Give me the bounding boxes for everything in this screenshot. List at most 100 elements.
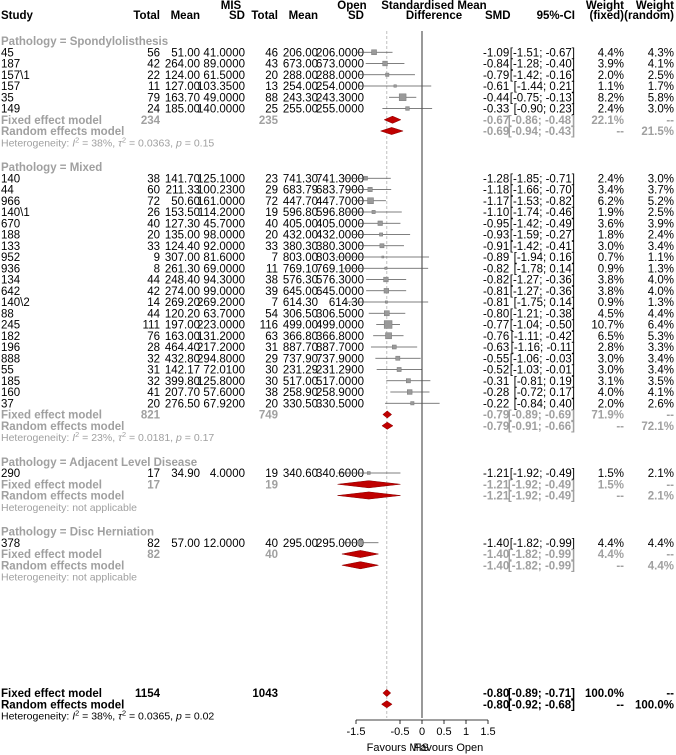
smd-value: -1.10 — [483, 207, 509, 219]
subgroup-title: Pathology = Spondylolisthesis — [1, 36, 168, 48]
weight-random: 2.4% — [648, 230, 674, 242]
weight-random: 3.0% — [648, 173, 674, 185]
open-total: 30 — [265, 365, 278, 377]
study-label: 157 — [1, 81, 20, 93]
weight-fixed-summary: 4.4% — [598, 549, 624, 561]
weight-fixed: 4.4% — [598, 538, 624, 550]
mis-mean: 127.00 — [165, 81, 200, 93]
weight-random: 3.9% — [648, 218, 674, 230]
open-sd: 741.3000 — [316, 173, 364, 185]
random-diamond — [381, 421, 394, 430]
mis-sd: 49.0000 — [203, 92, 245, 104]
study-square — [393, 84, 397, 88]
ci-value: [-1.75; 0.14] — [514, 297, 575, 309]
open-sd: 243.3000 — [316, 92, 364, 104]
random-diamond — [341, 561, 379, 570]
study-square — [379, 232, 383, 237]
study-square — [357, 539, 364, 546]
mis-total: 60 — [147, 185, 160, 197]
weight-random-summary: 4.4% — [648, 560, 674, 572]
open-mean: 405.00 — [283, 218, 318, 230]
weight-fixed-summary: 100.0% — [585, 688, 624, 700]
study-label: 55 — [1, 365, 14, 377]
ci-value: [-1.06; -0.03] — [510, 353, 575, 365]
study-label: 140\2 — [1, 297, 30, 309]
mis-sd: 41.0000 — [203, 47, 245, 59]
open-total: 11 — [266, 263, 278, 275]
fixed-diamond — [341, 550, 379, 558]
study-label: 670 — [1, 218, 20, 230]
smd-value: -0.61 — [483, 81, 509, 93]
weight-random: 4.1% — [648, 59, 674, 71]
mis-mean: 50.60 — [171, 196, 200, 208]
weight-random: 6.4% — [648, 320, 674, 332]
weight-fixed-summary: -- — [616, 421, 624, 433]
weight-fixed-summary: -- — [616, 126, 624, 138]
open-mean: 614.30 — [283, 297, 318, 309]
weight-random: 4.1% — [648, 387, 674, 399]
mis-sd: 45.7000 — [203, 218, 245, 230]
open-sd: 596.8000 — [316, 207, 364, 219]
open-total: 38 — [265, 387, 278, 399]
open-total: 29 — [265, 353, 278, 365]
mis-mean: 276.50 — [165, 398, 200, 410]
study-square — [384, 300, 388, 304]
open-mean: 683.79 — [283, 185, 318, 197]
mis-total: 32 — [147, 376, 160, 388]
open-mean: 330.50 — [283, 398, 318, 410]
weight-random: 4.4% — [648, 538, 674, 550]
open-total: 20 — [265, 70, 278, 82]
table-header: Study MIS Open Total Mean SD Total Mean … — [1, 0, 674, 22]
weight-random: 1.3% — [648, 297, 674, 309]
open-mean: 255.00 — [283, 104, 318, 116]
ci-value: [-1.92; -0.49] — [510, 468, 575, 480]
smd-value: -0.81 — [483, 286, 509, 298]
mis-sd: 100.2300 — [197, 185, 245, 197]
weight-fixed: 3.0% — [598, 353, 624, 365]
open-sd: 769.1000 — [316, 263, 364, 275]
ci-value: [-0.84; 0.40] — [514, 398, 575, 410]
mis-mean: 34.90 — [171, 468, 200, 480]
mis-sd: 61.5000 — [203, 70, 245, 82]
open-sd: 380.3000 — [316, 241, 364, 253]
weight-random: 3.7% — [648, 185, 674, 197]
weight-random: 3.0% — [648, 104, 674, 116]
weight-random: 2.6% — [648, 398, 674, 410]
smd-value: -1.09 — [483, 47, 509, 59]
random-diamond — [379, 127, 404, 135]
heterogeneity-text: Heterogeneity: I2 = 38%, τ2 = 0.0363, p … — [1, 135, 214, 149]
ci-value: [-0.90; 0.23] — [514, 104, 575, 116]
open-total: 20 — [265, 398, 278, 410]
mis-total: 41 — [147, 387, 160, 399]
heterogeneity-text: Heterogeneity: not applicable — [1, 572, 137, 584]
mis-total: 44 — [147, 275, 160, 287]
study-label: 134 — [1, 275, 21, 287]
open-mean: 206.00 — [283, 47, 318, 59]
ci-value: [-1.42; -0.41] — [510, 241, 575, 253]
weight-fixed: 3.8% — [598, 286, 624, 298]
open-sd: 887.7000 — [316, 342, 364, 354]
mis-total: 76 — [147, 331, 160, 343]
header-study: Study — [1, 10, 34, 22]
ci-value: [-1.42; -0.16] — [510, 70, 575, 82]
open-sd: 645.0000 — [316, 286, 364, 298]
open-mean: 366.80 — [283, 331, 318, 343]
random-effects-label: Random effects model — [1, 491, 124, 503]
random-diamond — [337, 491, 401, 500]
mis-sd: 69.0000 — [203, 263, 245, 275]
weight-fixed-summary: -- — [616, 491, 624, 503]
open-total: 31 — [265, 342, 278, 354]
weight-fixed: 3.0% — [598, 365, 624, 377]
open-total: 13 — [265, 81, 278, 93]
open-total: 19 — [265, 207, 278, 219]
smd-value: -0.91 — [483, 241, 509, 253]
mis-total: 44 — [147, 308, 160, 320]
study-square — [382, 60, 388, 67]
open-sd: 447.7000 — [316, 196, 364, 208]
weight-fixed: 1.8% — [598, 230, 624, 242]
x-tick-label: -1.5 — [347, 726, 366, 738]
mis-sd: 99.0000 — [203, 286, 245, 298]
study-square — [367, 187, 373, 192]
open-sd: 288.0000 — [316, 70, 364, 82]
open-total-summary: 235 — [259, 115, 279, 127]
